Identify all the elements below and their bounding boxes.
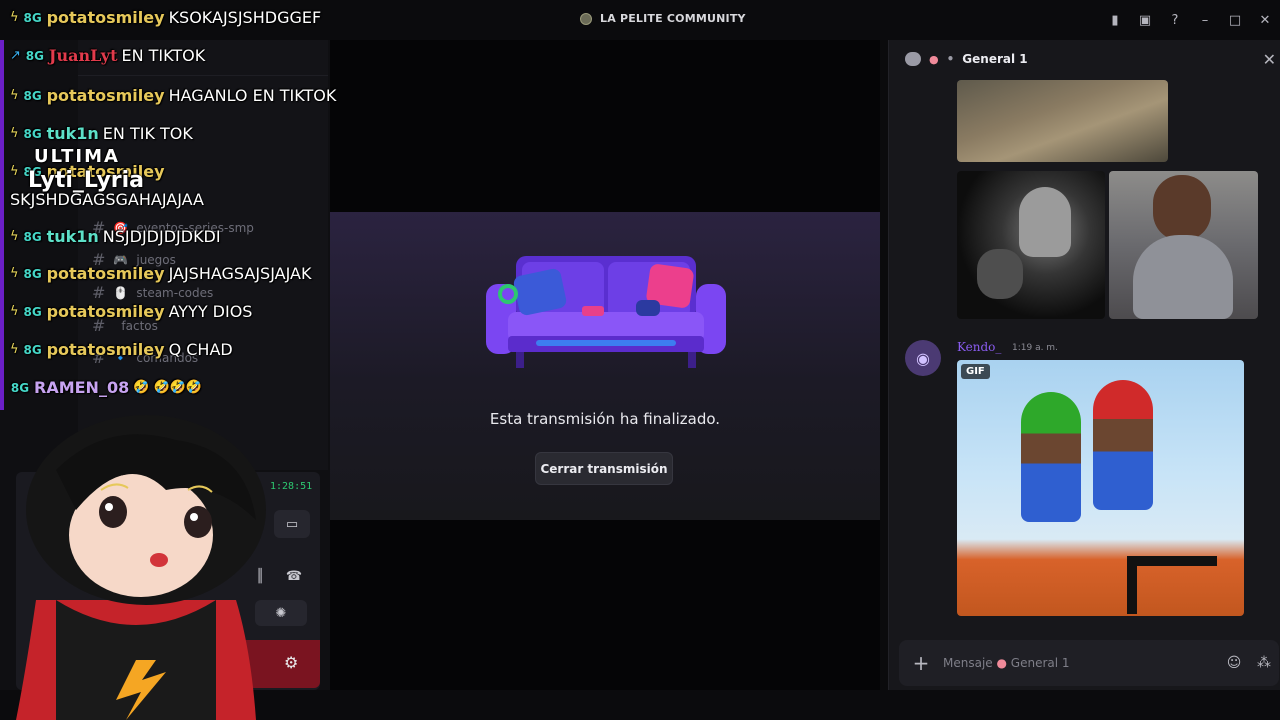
bolt-icon: ϟ (10, 304, 19, 319)
server-name: LA PELITE COMMUNITY (600, 12, 746, 25)
window-close-icon[interactable]: ✕ (1250, 10, 1280, 30)
chat-panel: ● • General 1 ✕ ◉ Kendo_ 1:19 a. m. GIF … (888, 40, 1280, 690)
dot-separator: • (946, 52, 955, 66)
overlay-message: ϟ 8G potatosmiley Q CHAD (10, 340, 233, 359)
overlay-username: RAMEN_08 (34, 378, 130, 397)
titlebar-icons: ▮ ▣ ? – □ ✕ (1100, 10, 1280, 30)
settings-gear-icon[interactable]: ⚙ (284, 653, 298, 672)
vtuber-avatar (16, 415, 266, 720)
avatar[interactable]: ◉ (905, 340, 941, 376)
badge-icon: 8G (23, 126, 42, 141)
disconnect-button[interactable]: ☎ (278, 562, 310, 590)
overlay-username: potatosmiley (46, 340, 165, 359)
cupcake-icon: ● (929, 52, 939, 66)
chat-gif[interactable]: GIF (957, 360, 1244, 616)
overlay-message: ϟ 8G potatosmiley AYYY DIOS (10, 302, 252, 321)
screen-share-icon: ▭ (285, 516, 299, 532)
emoji-icon[interactable]: ☺ (1219, 655, 1249, 671)
stream-ended-message: Esta transmisión ha finalizado. (489, 410, 721, 428)
luigi-figure (1021, 392, 1081, 522)
badge-icon: 8G (23, 229, 42, 244)
apps-icon[interactable]: ⁂ (1249, 655, 1279, 671)
cupcake-icon: ● (996, 656, 1011, 670)
hangup-icon: ☎ (285, 568, 303, 584)
gif-badge: GIF (961, 364, 990, 379)
overlay-text: EN TIK TOK (102, 124, 193, 143)
screen-icon[interactable]: ▣ (1130, 10, 1160, 30)
overlay-username: JuanLyt (48, 46, 118, 65)
overlay-message: ϟ 8G potatosmiley JAJSHAGSAJSJAJAK (10, 264, 311, 283)
badge-icon: 8G (10, 380, 30, 395)
overlay-text: AYYY DIOS (168, 302, 253, 321)
overlay-username: potatosmiley (46, 264, 165, 283)
overlay-message: ↗ 8G JuanLyt EN TIKTOK (10, 46, 205, 65)
minimize-icon[interactable]: – (1190, 10, 1220, 30)
maximize-icon[interactable]: □ (1220, 10, 1250, 30)
overlay-text: HAGANLO EN TIKTOK (168, 86, 337, 105)
overlay-message: SKJSHDGAGSGAHAJAJAA (10, 190, 204, 209)
couch-illustration (486, 256, 726, 368)
bolt-icon: ϟ (10, 88, 19, 103)
chat-image[interactable] (1109, 171, 1258, 319)
rocket-icon: ✺ (275, 605, 287, 621)
chat-image[interactable] (957, 171, 1105, 319)
overlay-message: 8G RAMEN_08 🤣 🤣🤣🤣 (10, 378, 202, 397)
badge-icon: 8G (23, 342, 42, 357)
bolt-icon: ϟ (10, 229, 19, 244)
badge-icon: 8G (25, 48, 44, 63)
chat-bubble-icon (905, 52, 921, 66)
overlay-text: JAJSHAGSAJSJAJAK (168, 264, 312, 283)
chat-header: ● • General 1 (889, 40, 1280, 78)
badge-icon: 8G (23, 304, 42, 319)
call-timer: 1:28:51 (270, 481, 313, 492)
server-title: LA PELITE COMMUNITY (580, 12, 746, 25)
close-chat-icon[interactable]: ✕ (1263, 50, 1276, 69)
bolt-icon: ϟ (10, 164, 19, 179)
bolt-icon: ϟ (10, 126, 19, 141)
bookmark-icon[interactable]: ▮ (1100, 10, 1130, 30)
message-input-placeholder: Mensaje ● General 1 (943, 656, 1219, 670)
message-input[interactable]: + Mensaje ● General 1 ☺ ⁂ (899, 640, 1279, 686)
chat-image[interactable] (957, 80, 1168, 162)
overlay-text: Q CHAD (168, 340, 233, 359)
overlay-username: potatosmiley (46, 302, 165, 321)
placeholder-channel: General 1 (1010, 656, 1070, 670)
add-attachment-icon[interactable]: + (899, 651, 943, 675)
arrow-icon: ↗ (10, 48, 21, 63)
bolt-icon: ϟ (10, 266, 19, 281)
screen-share-button[interactable]: ▭ (274, 510, 310, 538)
badge-icon: 8G (23, 266, 42, 281)
overlay-message: ϟ 8G tuk1n EN TIK TOK (10, 124, 193, 143)
overlay-message: ϟ 8G potatosmiley HAGANLO EN TIKTOK (10, 86, 336, 105)
overlay-text: EN TIKTOK (121, 46, 206, 65)
server-icon (580, 12, 592, 25)
badge-icon: 8G (23, 10, 42, 25)
badge-icon: 8G (23, 88, 42, 103)
message-author[interactable]: Kendo_ (957, 340, 1001, 354)
stream-chat-overlay: ϟ 8G potatosmiley KSOKAJSJSHDGGEF ↗ 8G Jua… (0, 0, 420, 410)
overlay-text: SKJSHDGAGSGAHAJAJAA (10, 190, 204, 209)
placeholder-text: Mensaje (943, 656, 993, 670)
track-shape (1127, 556, 1217, 614)
overlay-username: potatosmiley (46, 8, 165, 27)
overlay-username: tuk1n (46, 227, 99, 246)
chat-channel-name: General 1 (962, 52, 1028, 66)
help-icon[interactable]: ? (1160, 10, 1190, 30)
overlay-username: tuk1n (46, 124, 99, 143)
overlay-text: 🤣 🤣🤣🤣 (133, 380, 203, 395)
overlay-message: ϟ 8G potatosmiley KSOKAJSJSHDGGEF (10, 8, 321, 27)
overlay-text: KSOKAJSJSHDGGEF (168, 8, 322, 27)
mario-figure (1093, 380, 1153, 510)
close-stream-button[interactable]: Cerrar transmisión (535, 452, 673, 485)
bolt-icon: ϟ (10, 10, 19, 25)
overlay-username: potatosmiley (46, 86, 165, 105)
message-timestamp: 1:19 a. m. (1012, 343, 1058, 353)
overlay-text: NSJDJDJDJDKDI (102, 227, 221, 246)
overlay-message: ϟ 8G tuk1n NSJDJDJDJDKDI (10, 227, 221, 246)
bolt-icon: ϟ (10, 342, 19, 357)
